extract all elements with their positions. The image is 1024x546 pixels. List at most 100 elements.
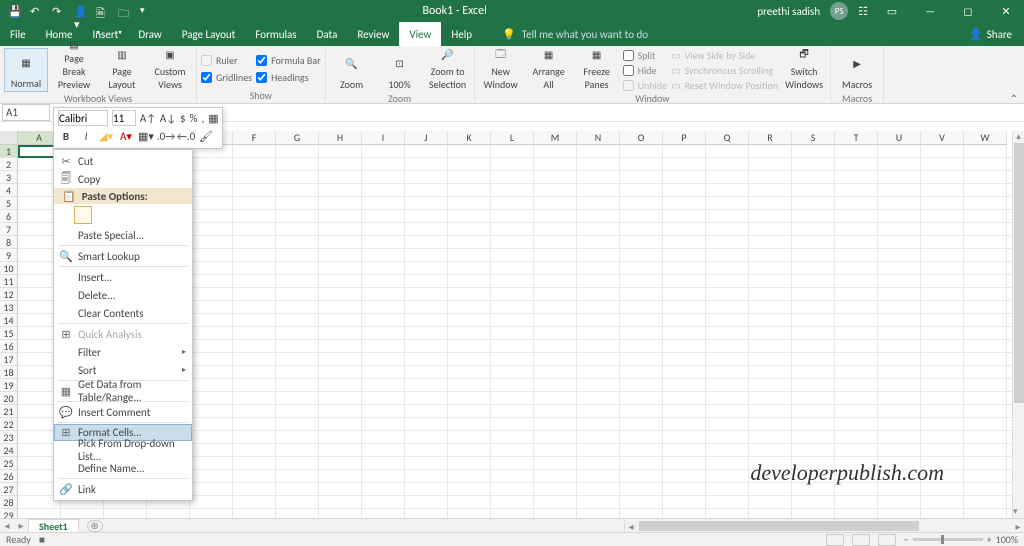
accounting-icon[interactable]: $	[180, 110, 186, 126]
avatar[interactable]: PS	[830, 2, 848, 20]
ctx-define-name[interactable]: Define Name...	[54, 459, 192, 477]
share-button[interactable]: 👤Share	[957, 22, 1024, 46]
close-button[interactable]: ✕	[992, 5, 1020, 18]
row-head-27[interactable]: 27	[0, 483, 18, 496]
row-head-7[interactable]: 7	[0, 223, 18, 236]
decrease-font-icon[interactable]: A↓	[160, 110, 176, 126]
col-head-U[interactable]: U	[878, 131, 921, 145]
ctx-copy[interactable]: 🗐Copy	[54, 170, 192, 188]
row-head-11[interactable]: 11	[0, 275, 18, 288]
zoom-slider[interactable]	[913, 538, 983, 541]
increase-font-icon[interactable]: A↑	[140, 110, 156, 126]
redo-icon[interactable]: ↷	[52, 5, 64, 17]
tab-review[interactable]: Review	[347, 22, 399, 46]
decrease-decimal-icon[interactable]: .0→	[158, 128, 174, 144]
pagebreak-button[interactable]: ▤Page Break Preview	[52, 48, 96, 92]
qat-icon[interactable]: 👤▾	[74, 5, 86, 17]
gridlines-checkbox[interactable]: Gridlines	[201, 71, 252, 84]
merge-icon[interactable]: ▦	[208, 110, 218, 126]
row-head-15[interactable]: 15	[0, 327, 18, 340]
col-head-I[interactable]: I	[362, 131, 405, 145]
col-head-N[interactable]: N	[577, 131, 620, 145]
col-head-R[interactable]: R	[749, 131, 792, 145]
ctx-sort[interactable]: Sort▸	[54, 361, 192, 379]
col-head-J[interactable]: J	[405, 131, 448, 145]
mini-size[interactable]	[112, 110, 136, 126]
sheet-nav-last[interactable]: ▸	[14, 519, 28, 532]
tab-file[interactable]: File	[0, 22, 36, 46]
row-head-12[interactable]: 12	[0, 288, 18, 301]
row-head-4[interactable]: 4	[0, 184, 18, 197]
font-color-icon[interactable]: A▾	[118, 128, 134, 144]
new-sheet-button[interactable]: ⊕	[87, 520, 103, 532]
col-head-K[interactable]: K	[448, 131, 491, 145]
ctx-smart-lookup[interactable]: 🔍Smart Lookup	[54, 247, 192, 265]
row-head-22[interactable]: 22	[0, 418, 18, 431]
format-painter-icon[interactable]: 🖌	[198, 128, 214, 144]
col-head-W[interactable]: W	[964, 131, 1007, 145]
row-head-2[interactable]: 2	[0, 158, 18, 171]
page-break-view-icon[interactable]	[878, 534, 896, 546]
zoom-button[interactable]: 🔍Zoom	[330, 48, 374, 92]
new-window-button[interactable]: 🗔New Window	[479, 48, 523, 92]
ctx-filter[interactable]: Filter▸	[54, 343, 192, 361]
freeze-panes-button[interactable]: ▦Freeze Panes	[575, 48, 619, 92]
pagelayout-button[interactable]: ▥Page Layout	[100, 48, 144, 92]
formulabar-checkbox[interactable]: Formula Bar	[256, 54, 321, 67]
vertical-scrollbar[interactable]: ▴ ▾	[1012, 131, 1024, 518]
borders-icon[interactable]: ▦▾	[138, 128, 154, 144]
qat-icon-3[interactable]: 🗀▾	[118, 5, 130, 17]
qat-customize-icon[interactable]: ▾	[140, 5, 152, 17]
maximize-button[interactable]: ◻	[954, 5, 982, 18]
row-head-5[interactable]: 5	[0, 197, 18, 210]
horizontal-scrollbar[interactable]: ◂ ▸	[624, 520, 1024, 532]
ctx-clear[interactable]: Clear Contents	[54, 304, 192, 322]
minimize-button[interactable]: —	[916, 5, 944, 18]
arrange-all-button[interactable]: ▦Arrange All	[527, 48, 571, 92]
sheet-nav-first[interactable]: ◂	[0, 519, 14, 532]
row-head-14[interactable]: 14	[0, 314, 18, 327]
scroll-up-icon[interactable]: ▴	[1013, 131, 1024, 143]
vscroll-thumb[interactable]	[1014, 143, 1024, 403]
tell-me[interactable]: 💡Tell me what you want to do	[502, 22, 648, 46]
col-head-M[interactable]: M	[534, 131, 577, 145]
zoom-level[interactable]: 100%	[996, 533, 1018, 546]
switch-windows-button[interactable]: 🗗Switch Windows	[782, 48, 826, 92]
ctx-pick-list[interactable]: Pick From Drop-down List...	[54, 441, 192, 459]
ruler-checkbox[interactable]: Ruler	[201, 54, 252, 67]
col-head-T[interactable]: T	[835, 131, 878, 145]
ctx-paste-option[interactable]	[54, 204, 192, 226]
tab-page-layout[interactable]: Page Layout	[172, 22, 246, 46]
col-head-S[interactable]: S	[792, 131, 835, 145]
split-button[interactable]: Split	[623, 49, 667, 62]
col-head-H[interactable]: H	[319, 131, 362, 145]
scroll-right-icon[interactable]: ▸	[1012, 520, 1024, 533]
row-head-18[interactable]: 18	[0, 366, 18, 379]
bold-button[interactable]: B	[58, 128, 74, 144]
name-box[interactable]: A1	[2, 104, 50, 121]
ctx-get-data[interactable]: ▦Get Data from Table/Range...	[54, 382, 192, 400]
row-head-23[interactable]: 23	[0, 431, 18, 444]
col-head-P[interactable]: P	[663, 131, 706, 145]
hscroll-thumb[interactable]	[639, 521, 919, 531]
scroll-down-icon[interactable]: ▾	[1013, 506, 1018, 518]
percent-icon[interactable]: %	[190, 110, 198, 126]
tab-data[interactable]: Data	[307, 22, 348, 46]
row-head-8[interactable]: 8	[0, 236, 18, 249]
ctx-insert[interactable]: Insert...	[54, 268, 192, 286]
comma-icon[interactable]: ,	[201, 110, 204, 126]
undo-icon[interactable]: ↶	[30, 5, 42, 17]
increase-decimal-icon[interactable]: ←.0	[178, 128, 194, 144]
zoom-in-button[interactable]: +	[987, 533, 992, 546]
collapse-ribbon-icon[interactable]: ⌃	[1010, 92, 1018, 105]
row-head-9[interactable]: 9	[0, 249, 18, 262]
headings-checkbox[interactable]: Headings	[256, 71, 321, 84]
tab-formulas[interactable]: Formulas	[245, 22, 306, 46]
normal-view-icon[interactable]	[826, 534, 844, 546]
col-head-Q[interactable]: Q	[706, 131, 749, 145]
col-head-F[interactable]: F	[233, 131, 276, 145]
row-head-26[interactable]: 26	[0, 470, 18, 483]
col-head-G[interactable]: G	[276, 131, 319, 145]
row-head-17[interactable]: 17	[0, 353, 18, 366]
zoom-selection-button[interactable]: 🔎Zoom to Selection	[426, 48, 470, 92]
